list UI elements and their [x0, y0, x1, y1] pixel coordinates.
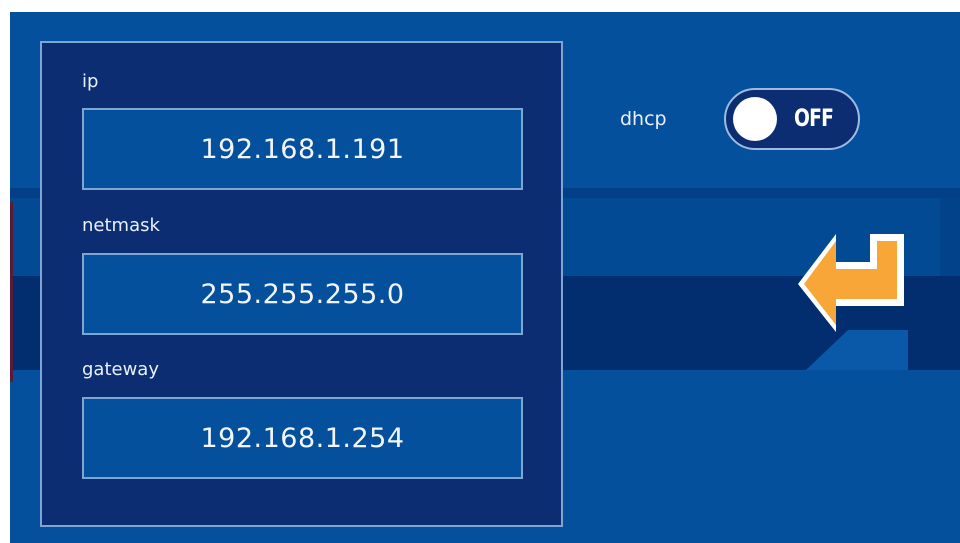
netmask-field[interactable]: 255.255.255.0 — [82, 253, 523, 335]
netmask-label: netmask — [82, 215, 160, 236]
dhcp-label: dhcp — [620, 108, 667, 130]
ip-field[interactable]: 192.168.1.191 — [82, 108, 523, 190]
dhcp-state-text: OFF — [794, 104, 834, 132]
gateway-label: gateway — [82, 359, 159, 380]
ip-label: ip — [82, 71, 99, 92]
decorative-edge-strip — [10, 202, 13, 382]
arrow-shadow — [806, 330, 848, 370]
dhcp-toggle[interactable]: OFF — [724, 88, 860, 150]
decorative-band-edge — [940, 198, 960, 276]
arrow-shadow-block — [848, 330, 908, 370]
screen: ip 192.168.1.191 netmask 255.255.255.0 g… — [0, 0, 960, 543]
enter-arrow-icon — [798, 234, 904, 332]
network-form-panel: ip 192.168.1.191 netmask 255.255.255.0 g… — [40, 41, 563, 527]
toggle-knob — [733, 97, 777, 141]
enter-button[interactable] — [796, 232, 904, 332]
gateway-field[interactable]: 192.168.1.254 — [82, 397, 523, 479]
